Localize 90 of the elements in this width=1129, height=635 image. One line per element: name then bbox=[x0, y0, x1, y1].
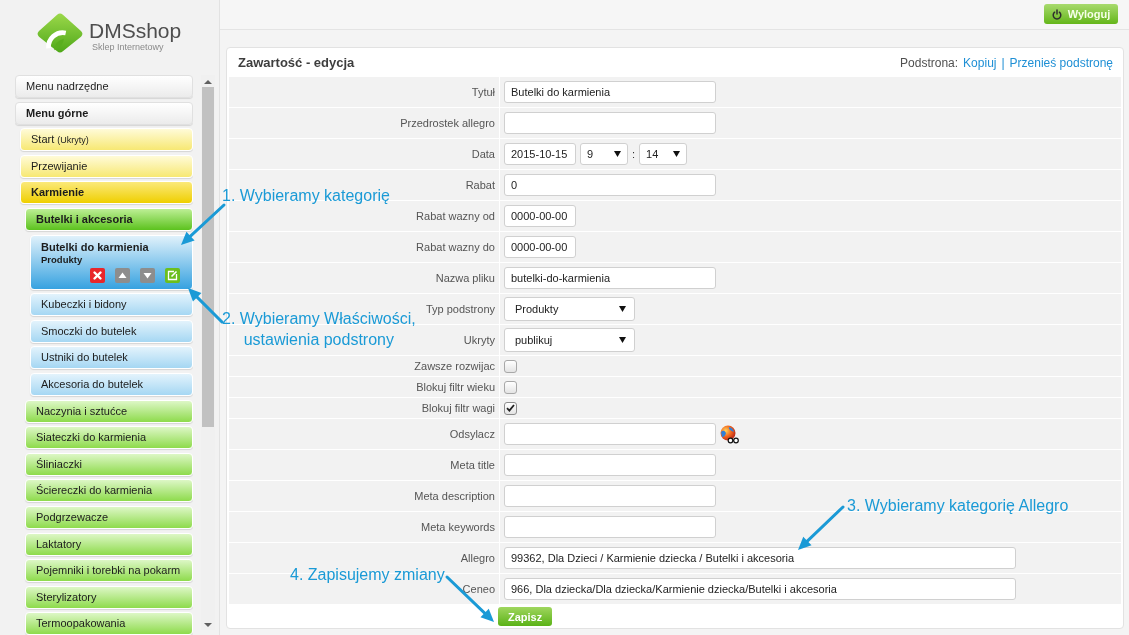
hour-dropdown[interactable]: 9 bbox=[580, 143, 628, 165]
menu-item[interactable]: Śliniaczki bbox=[25, 452, 193, 476]
field-label: Rabat wazny od bbox=[416, 210, 495, 222]
arrow bbox=[181, 203, 226, 245]
checkbox[interactable] bbox=[504, 359, 517, 373]
scroll-up-icon[interactable] bbox=[204, 80, 212, 84]
menu-item[interactable]: Przewijanie bbox=[20, 154, 193, 178]
logo-icon bbox=[36, 12, 84, 54]
caret-icon bbox=[673, 151, 681, 157]
field-label: Przedrostek allegro bbox=[400, 117, 495, 129]
menu-item[interactable]: Siateczki do karmienia bbox=[25, 426, 193, 450]
arrow bbox=[445, 575, 494, 622]
field-label: Data bbox=[471, 148, 495, 160]
text-field[interactable] bbox=[504, 112, 716, 134]
annotation-text: 1. Wybieramy kategorię bbox=[222, 186, 390, 206]
minute-dropdown[interactable]: 14 bbox=[639, 143, 688, 165]
delete-icon[interactable] bbox=[90, 267, 105, 283]
link-separator: | bbox=[1001, 55, 1005, 70]
caret-icon bbox=[614, 151, 621, 157]
field-label: Ukryty bbox=[463, 334, 495, 346]
menu-item[interactable]: Naczynia i sztućce bbox=[25, 399, 193, 423]
dropdown[interactable]: Produkty bbox=[504, 297, 635, 321]
field-label: Meta title bbox=[450, 459, 495, 471]
menu-item[interactable]: Akcesoria do butelek bbox=[30, 372, 193, 396]
panel-title: Zawartość - edycja bbox=[238, 55, 355, 70]
field-label: Blokuj filtr wagi bbox=[421, 402, 495, 414]
field-label: Meta description bbox=[414, 490, 495, 502]
scroll-down-icon[interactable] bbox=[204, 623, 212, 627]
text-field[interactable]: Butelki do karmienia bbox=[504, 81, 716, 103]
page-type-label: Produkty bbox=[41, 253, 84, 266]
field-label: Allegro bbox=[460, 552, 495, 564]
checkbox[interactable] bbox=[504, 380, 517, 394]
caret-icon bbox=[619, 306, 626, 312]
copy-link[interactable]: Kopiuj bbox=[963, 55, 997, 70]
caret-icon bbox=[619, 337, 626, 343]
menu-item[interactable]: Ściereczki do karmienia bbox=[25, 479, 193, 503]
menu-item[interactable]: Termoopakowania bbox=[25, 612, 193, 635]
arrow bbox=[798, 505, 845, 550]
logo-tagline: Sklep Internetowy bbox=[92, 42, 164, 53]
field-label: Zawsze rozwijac bbox=[414, 360, 495, 372]
field-label: Blokuj filtr wieku bbox=[416, 381, 495, 393]
field-label: Odsylacz bbox=[449, 428, 495, 440]
subpage-label: Podstrona: bbox=[900, 55, 959, 70]
text-field[interactable] bbox=[504, 485, 716, 507]
menu-item[interactable]: Butelki i akcesoria bbox=[25, 207, 193, 231]
field-label: Tytuł bbox=[471, 86, 495, 98]
date-field[interactable]: 0000-00-00 bbox=[504, 236, 576, 258]
field-label: Meta keywords bbox=[421, 521, 495, 533]
scrollbar-thumb[interactable] bbox=[202, 87, 214, 427]
category-field[interactable]: 966, Dla dziecka/Dla dziecka/Karmienie dziecka/Butelki i akcesoria bbox=[504, 578, 1016, 600]
logo-name: DMSshop bbox=[89, 20, 182, 42]
menu-item[interactable]: Sterylizatory bbox=[25, 585, 193, 609]
menu-item[interactable]: Menu nadrzędne bbox=[15, 75, 193, 98]
field-label: Rabat wazny do bbox=[416, 241, 495, 253]
text-field[interactable]: 0 bbox=[504, 174, 716, 196]
menu-item[interactable]: Kubeczki i bidony bbox=[30, 293, 193, 317]
menu-item[interactable]: Karmienie bbox=[20, 181, 193, 205]
date-field[interactable]: 2015-10-15 bbox=[504, 143, 576, 165]
checkbox[interactable] bbox=[504, 401, 517, 415]
text-field[interactable] bbox=[504, 516, 716, 538]
annotation-text: 4. Zapisujemy zmiany bbox=[290, 565, 445, 585]
text-field[interactable] bbox=[504, 423, 716, 445]
move-subpage-link[interactable]: Przenieś podstronę bbox=[1009, 55, 1113, 70]
menu-item[interactable]: Butelki do karmienia Produkty bbox=[30, 234, 193, 290]
text-field[interactable] bbox=[504, 454, 716, 476]
menu-item[interactable]: Ustniki do butelek bbox=[30, 346, 193, 370]
menu-item[interactable]: Pojemniki i torebki na pokarm bbox=[25, 559, 193, 583]
menu-item[interactable]: Menu górne bbox=[15, 101, 193, 125]
dropdown[interactable]: publikuj bbox=[504, 328, 635, 352]
annotation-text: 3. Wybieramy kategorię Allegro bbox=[847, 496, 1069, 516]
power-icon bbox=[1051, 8, 1062, 20]
menu-item[interactable]: Start (Ukryty) bbox=[20, 128, 193, 152]
menu-item[interactable]: Podgrzewacze bbox=[25, 505, 193, 529]
category-field[interactable]: 99362, Dla Dzieci / Karmienie dziecka / Butelki i akcesoria bbox=[504, 547, 1016, 569]
menu-item[interactable]: Smoczki do butelek bbox=[30, 319, 193, 343]
move-down-icon[interactable] bbox=[140, 267, 155, 283]
move-up-icon[interactable] bbox=[115, 267, 130, 283]
status-note: (Ukryty) bbox=[57, 135, 89, 146]
edit-icon[interactable] bbox=[165, 267, 180, 283]
field-label: Typ podstrony bbox=[425, 303, 495, 315]
globe-icon[interactable] bbox=[719, 424, 739, 444]
field-label: Nazwa pliku bbox=[435, 272, 495, 284]
field-label: Rabat bbox=[465, 179, 495, 191]
menu-item[interactable]: Laktatory bbox=[25, 532, 193, 556]
time-separator: : bbox=[632, 148, 636, 160]
date-field[interactable]: 0000-00-00 bbox=[504, 205, 576, 227]
text-field[interactable]: butelki-do-karmienia bbox=[504, 267, 716, 289]
arrow bbox=[188, 288, 224, 324]
annotation-text: 2. Wybieramy Właściwości, ustawienia podstrony bbox=[222, 309, 416, 350]
field-label: Ceneo bbox=[462, 583, 495, 595]
